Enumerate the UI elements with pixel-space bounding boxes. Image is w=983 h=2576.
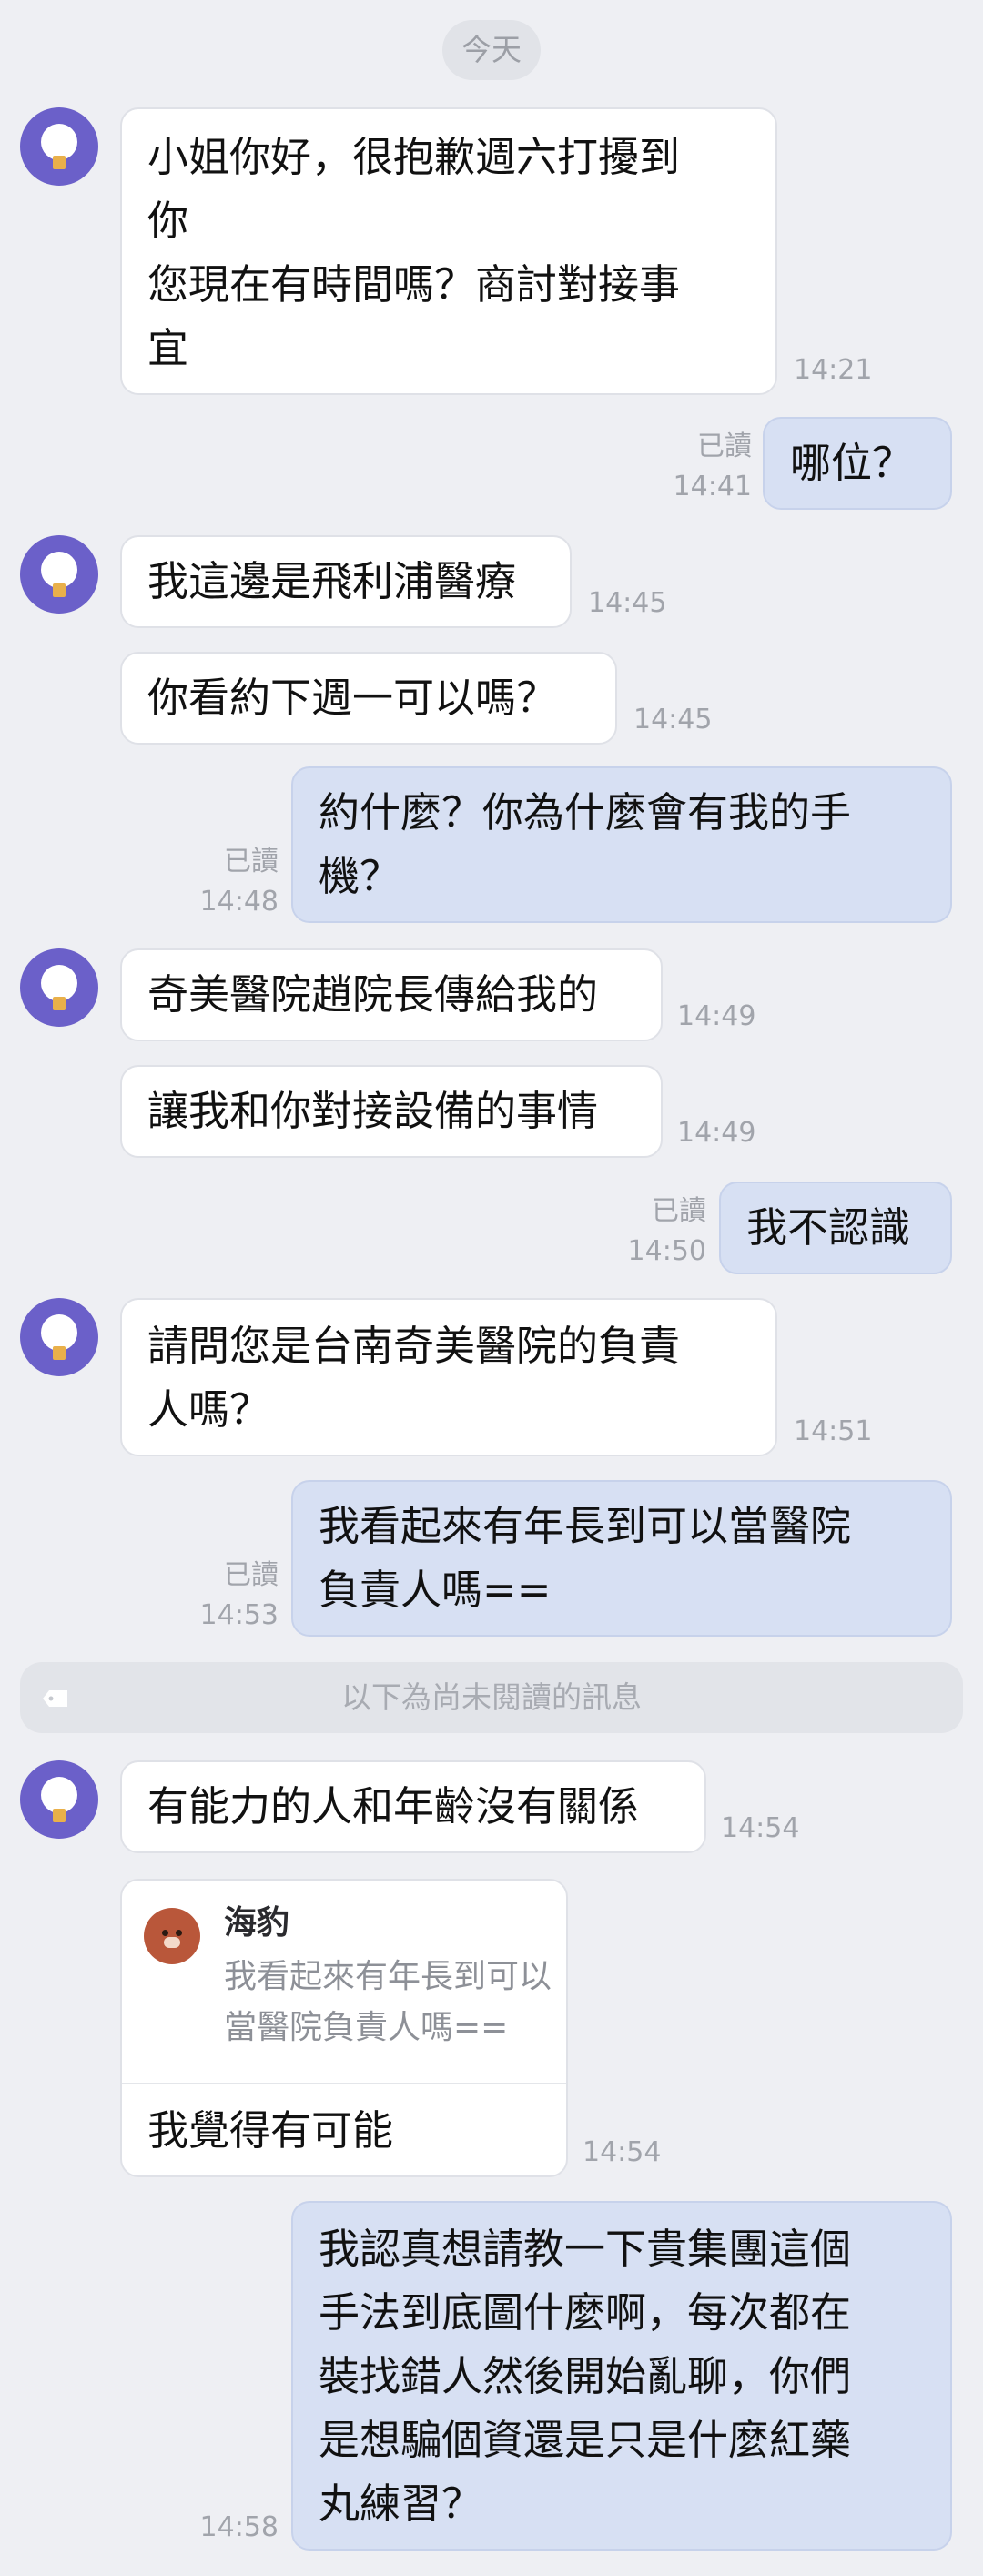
- message-time: 14:49: [677, 1117, 756, 1149]
- message-time: 14:51: [794, 1415, 873, 1447]
- message-time: 14:49: [677, 1000, 756, 1032]
- message-time: 14:45: [633, 704, 713, 735]
- quoted-message-text[interactable]: 我看起來有年長到可以當醫院負責人嗎==: [224, 1952, 552, 2054]
- incoming-message-bubble[interactable]: 小姐你好，很抱歉週六打擾到 你 您現在有時間嗎？商討對接事 宜: [120, 107, 777, 395]
- seal-avatar-icon: [144, 1908, 200, 1964]
- outgoing-message-bubble[interactable]: 哪位？: [763, 417, 952, 510]
- sender-avatar[interactable]: [20, 535, 98, 614]
- bulb-icon: [41, 124, 77, 160]
- incoming-message-bubble[interactable]: 奇美醫院趙院長傳給我的: [120, 948, 663, 1041]
- message-time: 14:45: [588, 587, 667, 619]
- incoming-message-bubble[interactable]: 你看約下週一可以嗎？: [120, 652, 617, 745]
- read-receipt: 已讀: [697, 431, 752, 462]
- tag-icon: [43, 1690, 67, 1707]
- sender-avatar[interactable]: [20, 948, 98, 1027]
- outgoing-message-bubble[interactable]: 約什麼？你為什麼會有我的手 機？: [291, 766, 952, 923]
- incoming-message-bubble[interactable]: 讓我和你對接設備的事情: [120, 1065, 663, 1158]
- sender-avatar[interactable]: [20, 1760, 98, 1839]
- sender-avatar[interactable]: [20, 107, 98, 186]
- bulb-icon: [41, 552, 77, 588]
- outgoing-message-bubble[interactable]: 我認真想請教一下貴集團這個 手法到底圖什麼啊，每次都在 裝找錯人然後開始亂聊，你…: [291, 2201, 952, 2551]
- read-receipt: 已讀: [652, 1195, 706, 1227]
- message-time: 14:21: [794, 354, 873, 386]
- incoming-message-bubble[interactable]: 我這邊是飛利浦醫療: [120, 535, 572, 628]
- unread-divider-label: 以下為尚未閱讀的訊息: [341, 1679, 642, 1715]
- message-time: 14:41: [673, 471, 752, 502]
- message-time: 14:54: [721, 1812, 800, 1844]
- reply-text: 我覺得有可能: [147, 2106, 394, 2155]
- message-time: 14:48: [199, 886, 279, 918]
- bulb-icon: [41, 1777, 77, 1813]
- message-time: 14:58: [199, 2511, 279, 2543]
- message-time: 14:50: [627, 1235, 706, 1267]
- unread-divider: 以下為尚未閱讀的訊息: [20, 1662, 963, 1733]
- outgoing-message-bubble[interactable]: 我看起來有年長到可以當醫院 負責人嗎==: [291, 1480, 952, 1637]
- outgoing-message-bubble[interactable]: 我不認識: [719, 1182, 952, 1274]
- sender-avatar[interactable]: [20, 1298, 98, 1376]
- bulb-icon: [41, 965, 77, 1001]
- reply-divider: [122, 2083, 566, 2084]
- reply-message-card[interactable]: 海豹 我看起來有年長到可以當醫院負責人嗎== 我覺得有可能: [120, 1879, 568, 2177]
- date-separator: 今天: [442, 20, 541, 80]
- incoming-message-bubble[interactable]: 請問您是台南奇美醫院的負責 人嗎？: [120, 1298, 777, 1456]
- bulb-icon: [41, 1314, 77, 1351]
- read-receipt: 已讀: [224, 846, 279, 877]
- message-time: 14:54: [583, 2136, 662, 2168]
- quoted-sender-name: 海豹: [224, 1904, 290, 1942]
- message-time: 14:53: [199, 1599, 279, 1631]
- read-receipt: 已讀: [224, 1559, 279, 1591]
- incoming-message-bubble[interactable]: 有能力的人和年齡沒有關係: [120, 1760, 706, 1853]
